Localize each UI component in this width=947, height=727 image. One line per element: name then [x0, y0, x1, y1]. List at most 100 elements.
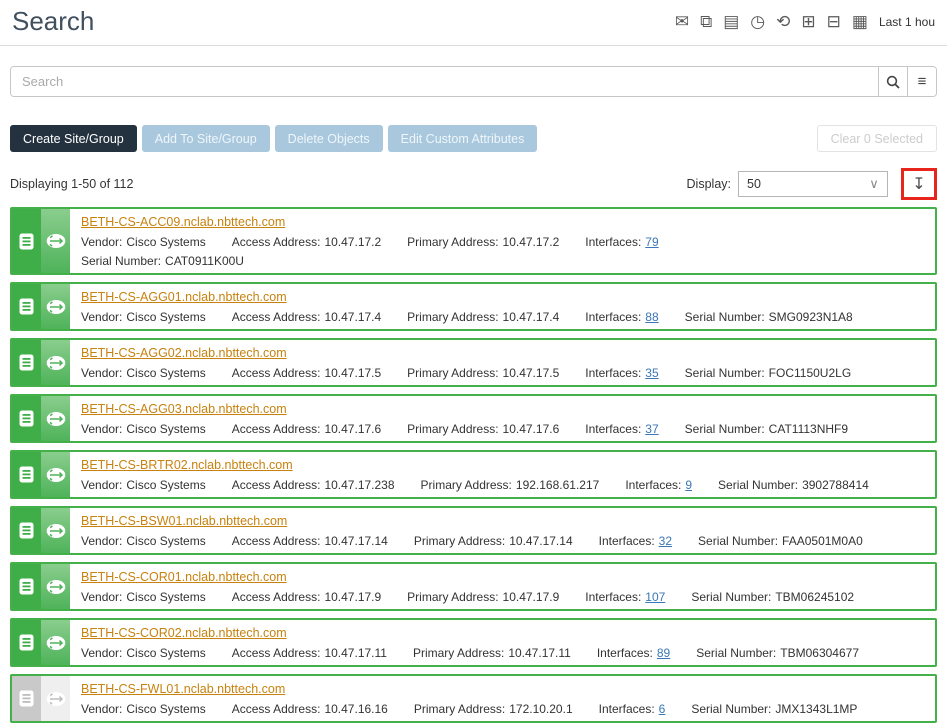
- search-button[interactable]: [878, 67, 907, 96]
- device-serial: Serial Number:CAT1113NHF9: [685, 422, 848, 436]
- print-icon[interactable]: ▤: [723, 13, 739, 30]
- router-icon: [41, 209, 70, 273]
- device-card[interactable]: BETH-CS-AGG02.nclab.nbttech.com Vendor:C…: [10, 338, 937, 387]
- device-body: BETH-CS-COR01.nclab.nbttech.com Vendor:C…: [70, 564, 935, 609]
- page-title: Search: [12, 6, 94, 37]
- history-icon[interactable]: ⟲: [776, 13, 790, 30]
- device-serial: Serial Number:SMG0923N1A8: [685, 310, 853, 324]
- device-body: BETH-CS-COR02.nclab.nbttech.com Vendor:C…: [70, 620, 935, 665]
- device-status-icon: [12, 284, 41, 329]
- device-status-icon: [12, 452, 41, 497]
- download-button[interactable]: ↧: [905, 172, 933, 196]
- device-access-address: Access Address:10.47.17.9: [232, 590, 381, 604]
- main-content: ≡ Create Site/Group Add To Site/Group De…: [0, 66, 947, 727]
- device-primary-address: Primary Address:10.47.17.9: [407, 590, 559, 604]
- device-vendor: Vendor:Cisco Systems: [81, 235, 206, 249]
- device-serial: Serial Number:CAT0911K00U: [81, 254, 924, 268]
- device-card[interactable]: BETH-CS-BSW01.nclab.nbttech.com Vendor:C…: [10, 506, 937, 555]
- device-access-address: Access Address:10.47.17.11: [232, 646, 387, 660]
- device-name-link[interactable]: BETH-CS-BRTR02.nclab.nbttech.com: [81, 458, 293, 472]
- device-access-address: Access Address:10.47.17.238: [232, 478, 395, 492]
- results-summary: Displaying 1-50 of 112: [10, 177, 133, 191]
- device-vendor: Vendor:Cisco Systems: [81, 646, 206, 660]
- device-vendor: Vendor:Cisco Systems: [81, 422, 206, 436]
- device-status-icon: [12, 564, 41, 609]
- device-icon-strip: [12, 508, 70, 553]
- device-name-link[interactable]: BETH-CS-COR02.nclab.nbttech.com: [81, 626, 287, 640]
- calendar-icon[interactable]: ▦: [852, 13, 868, 30]
- device-primary-address: Primary Address:10.47.17.14: [414, 534, 573, 548]
- clear-selected-button[interactable]: Clear 0 Selected: [817, 125, 937, 152]
- device-vendor: Vendor:Cisco Systems: [81, 534, 206, 548]
- router-icon: [41, 620, 70, 665]
- device-interfaces: Interfaces:89: [597, 646, 670, 660]
- router-icon: [41, 452, 70, 497]
- edit-custom-attributes-button[interactable]: Edit Custom Attributes: [388, 125, 538, 152]
- device-name-link[interactable]: BETH-CS-BSW01.nclab.nbttech.com: [81, 514, 287, 528]
- interfaces-count-link[interactable]: 88: [645, 310, 658, 324]
- device-access-address: Access Address:10.47.17.5: [232, 366, 381, 380]
- device-serial: Serial Number:TBM06304677: [696, 646, 859, 660]
- display-count-value: 50: [739, 177, 861, 191]
- panels-icon[interactable]: ⊟: [827, 13, 841, 30]
- interfaces-count-link[interactable]: 107: [645, 590, 665, 604]
- time-range-label[interactable]: Last 1 hou: [879, 15, 935, 29]
- email-icon[interactable]: ✉: [675, 13, 689, 30]
- device-interfaces: Interfaces:37: [585, 422, 658, 436]
- device-card[interactable]: BETH-CS-COR02.nclab.nbttech.com Vendor:C…: [10, 618, 937, 667]
- device-card[interactable]: BETH-CS-FWL01.nclab.nbttech.com Vendor:C…: [10, 674, 937, 723]
- device-details: Vendor:Cisco Systems Access Address:10.4…: [81, 702, 924, 716]
- topology-icon[interactable]: ⧉: [700, 13, 712, 30]
- search-menu-button[interactable]: ≡: [907, 67, 936, 96]
- interfaces-count-link[interactable]: 6: [659, 702, 666, 716]
- device-card[interactable]: BETH-CS-COR01.nclab.nbttech.com Vendor:C…: [10, 562, 937, 611]
- device-details: Vendor:Cisco Systems Access Address:10.4…: [81, 422, 924, 436]
- download-icon: ↧: [912, 174, 925, 194]
- device-name-link[interactable]: BETH-CS-AGG02.nclab.nbttech.com: [81, 346, 287, 360]
- device-primary-address: Primary Address:10.47.17.5: [407, 366, 559, 380]
- device-body: BETH-CS-AGG03.nclab.nbttech.com Vendor:C…: [70, 396, 935, 441]
- create-site-group-button[interactable]: Create Site/Group: [10, 125, 137, 152]
- device-primary-address: Primary Address:10.47.17.6: [407, 422, 559, 436]
- device-status-icon: [12, 340, 41, 385]
- device-access-address: Access Address:10.47.17.2: [232, 235, 381, 249]
- interfaces-count-link[interactable]: 35: [645, 366, 658, 380]
- router-icon: [41, 396, 70, 441]
- device-details: Vendor:Cisco Systems Access Address:10.4…: [81, 646, 924, 660]
- device-name-link[interactable]: BETH-CS-AGG01.nclab.nbttech.com: [81, 290, 287, 304]
- device-interfaces: Interfaces:32: [599, 534, 672, 548]
- device-icon-strip: [12, 676, 70, 721]
- device-access-address: Access Address:10.47.17.6: [232, 422, 381, 436]
- interfaces-count-link[interactable]: 32: [659, 534, 672, 548]
- chevron-down-icon: ∨: [861, 172, 887, 196]
- interfaces-count-link[interactable]: 89: [657, 646, 670, 660]
- search-input[interactable]: [11, 67, 878, 96]
- add-to-site-group-button[interactable]: Add To Site/Group: [142, 125, 270, 152]
- device-icon-strip: [12, 452, 70, 497]
- device-status-icon: [12, 676, 41, 721]
- device-interfaces: Interfaces:88: [585, 310, 658, 324]
- device-interfaces: Interfaces:9: [625, 478, 692, 492]
- device-icon-strip: [12, 209, 70, 273]
- add-panel-icon[interactable]: ⊞: [801, 13, 815, 30]
- device-card[interactable]: BETH-CS-AGG01.nclab.nbttech.com Vendor:C…: [10, 282, 937, 331]
- interfaces-count-link[interactable]: 79: [645, 235, 658, 249]
- device-card[interactable]: BETH-CS-AGG03.nclab.nbttech.com Vendor:C…: [10, 394, 937, 443]
- display-count-select[interactable]: 50 ∨: [738, 171, 888, 197]
- router-icon: [41, 508, 70, 553]
- device-card[interactable]: BETH-CS-ACC09.nclab.nbttech.com Vendor:C…: [10, 207, 937, 275]
- device-interfaces: Interfaces:6: [599, 702, 666, 716]
- clock-icon[interactable]: ◷: [750, 13, 765, 30]
- device-serial: Serial Number:FOC1150U2LG: [685, 366, 852, 380]
- device-body: BETH-CS-ACC09.nclab.nbttech.com Vendor:C…: [70, 209, 935, 273]
- interfaces-count-link[interactable]: 9: [685, 478, 692, 492]
- device-card[interactable]: BETH-CS-BRTR02.nclab.nbttech.com Vendor:…: [10, 450, 937, 499]
- device-name-link[interactable]: BETH-CS-FWL01.nclab.nbttech.com: [81, 682, 285, 696]
- device-name-link[interactable]: BETH-CS-AGG03.nclab.nbttech.com: [81, 402, 287, 416]
- device-name-link[interactable]: BETH-CS-ACC09.nclab.nbttech.com: [81, 215, 285, 229]
- device-name-link[interactable]: BETH-CS-COR01.nclab.nbttech.com: [81, 570, 287, 584]
- delete-objects-button[interactable]: Delete Objects: [275, 125, 383, 152]
- device-status-icon: [12, 396, 41, 441]
- device-details: Vendor:Cisco Systems Access Address:10.4…: [81, 590, 924, 604]
- interfaces-count-link[interactable]: 37: [645, 422, 658, 436]
